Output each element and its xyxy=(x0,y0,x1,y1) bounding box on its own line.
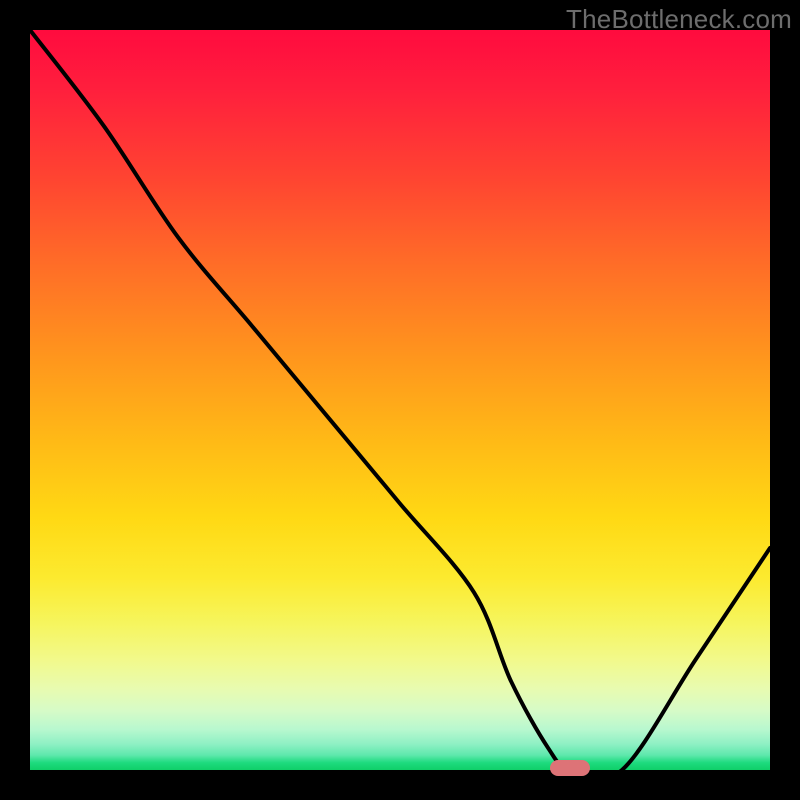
curve-path xyxy=(30,30,770,779)
plot-area xyxy=(30,30,770,770)
chart-frame: TheBottleneck.com xyxy=(0,0,800,800)
bottleneck-curve xyxy=(30,30,770,770)
optimum-marker xyxy=(550,760,590,776)
